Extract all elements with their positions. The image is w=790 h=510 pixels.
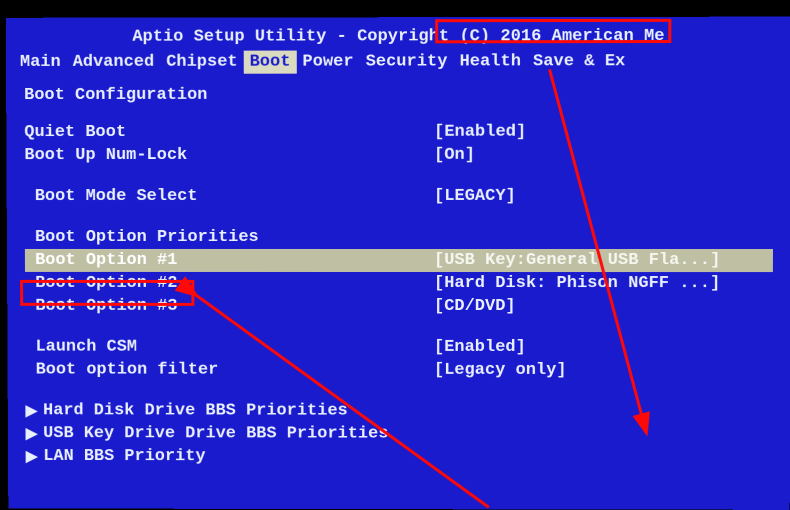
label-boot-option-3: Boot Option #3 [25,295,434,318]
tab-power[interactable]: Power [296,50,359,73]
row-boot-option-3[interactable]: Boot Option #3 [CD/DVD] [25,295,773,318]
label-lan-priority: LAN BBS Priority [43,447,205,466]
label-boot-mode: Boot Mode Select [25,185,434,208]
tab-save-exit[interactable]: Save & Ex [527,50,631,73]
title-bar: Aptio Setup Utility - Copyright (C) 2016… [6,17,790,50]
label-priorities-header: Boot Option Priorities [25,226,434,249]
value-boot-filter: [Legacy only] [434,359,772,382]
section-header: Boot Configuration [24,85,774,105]
label-launch-csm: Launch CSM [25,336,434,359]
value-boot-option-1: [USB Key:General USB Fla...] [434,249,773,272]
triangle-icon: ▶ [26,447,38,466]
tab-health[interactable]: Health [453,50,527,73]
triangle-icon: ▶ [26,424,38,443]
row-boot-mode[interactable]: Boot Mode Select [LEGACY] [25,185,774,208]
tab-boot[interactable]: Boot [244,50,297,73]
app-name: Aptio Setup Utility [132,27,326,46]
bios-screen: Aptio Setup Utility - Copyright (C) 2016… [6,17,790,510]
value-launch-csm: [Enabled] [434,336,773,359]
menu-bar: Main Advanced Chipset Boot Power Securit… [6,49,790,74]
row-boot-option-2[interactable]: Boot Option #2 [Hard Disk: Phison NGFF .… [25,272,773,295]
row-quiet-boot[interactable]: Quiet Boot [Enabled] [24,120,773,144]
row-launch-csm[interactable]: Launch CSM [Enabled] [25,336,772,359]
title-tail: American Me [541,26,664,45]
tab-chipset[interactable]: Chipset [160,50,243,73]
label-hdd-priorities: Hard Disk Drive BBS Priorities [43,401,348,420]
label-quiet-boot: Quiet Boot [24,121,434,144]
triangle-icon: ▶ [26,401,38,420]
copyright-text: Copyright (C) 2016 [357,27,541,46]
label-boot-filter: Boot option filter [25,359,434,382]
value-boot-option-3: [CD/DVD] [434,295,773,318]
label-numlock: Boot Up Num-Lock [24,144,434,167]
value-boot-mode: [LEGACY] [434,185,773,208]
priorities-header: Boot Option Priorities [25,226,773,249]
tab-advanced[interactable]: Advanced [67,50,161,73]
label-usb-priorities: USB Key Drive Drive BBS Priorities [43,424,388,443]
row-boot-filter[interactable]: Boot option filter [Legacy only] [25,359,772,383]
tab-main[interactable]: Main [14,50,67,73]
row-numlock[interactable]: Boot Up Num-Lock [On] [24,144,773,167]
value-numlock: [On] [434,144,773,167]
row-boot-option-1[interactable]: Boot Option #1 [USB Key:General USB Fla.… [25,249,773,272]
label-boot-option-1: Boot Option #1 [25,249,434,272]
submenu-usb-priorities[interactable]: ▶ USB Key Drive Drive BBS Priorities [26,422,772,446]
label-boot-option-2: Boot Option #2 [25,272,434,295]
title-sep: - [326,27,357,46]
submenu-lan-priority[interactable]: ▶ LAN BBS Priority [26,445,772,469]
tab-security[interactable]: Security [360,50,454,73]
content-pane: Boot Configuration Quiet Boot [Enabled] … [6,73,790,469]
value-quiet-boot: [Enabled] [434,120,774,143]
submenu-hdd-priorities[interactable]: ▶ Hard Disk Drive BBS Priorities [26,399,773,423]
value-boot-option-2: [Hard Disk: Phison NGFF ...] [434,272,773,295]
